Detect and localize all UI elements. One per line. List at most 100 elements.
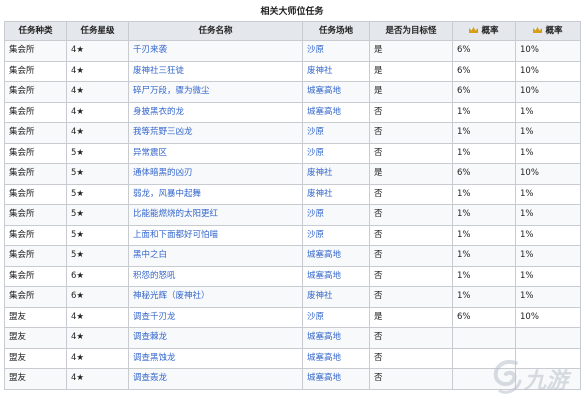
cell-mission-type: 盟友 — [4, 347, 67, 369]
cell-location[interactable]: 城塞高地 — [302, 245, 370, 267]
cell-rate-1: 1% — [452, 183, 516, 205]
cell-rate-1: 1% — [452, 142, 516, 164]
cell-is-target: 否 — [369, 183, 453, 205]
cell-location[interactable]: 城塞高地 — [302, 327, 370, 349]
cell-rate-2: 1% — [515, 286, 581, 308]
table-caption: 相关大师位任务 — [260, 7, 324, 17]
table-row: 集会所 4★ 废神社三狂徒 废神社是 6% 10% — [4, 60, 581, 82]
cell-mission-name[interactable]: 弱龙，风暴中起舞 — [128, 183, 303, 205]
cell-mission-name[interactable]: 异常震区 — [128, 142, 303, 164]
cell-mission-name[interactable]: 比能能燃烧的太阳更红 — [128, 204, 303, 226]
table-row: 集会所 5★ 异常震区 沙原否 1% 1% — [4, 142, 581, 164]
cell-mission-name[interactable]: 身披黑衣的龙 — [128, 101, 303, 123]
cell-star-level: 6★ — [66, 265, 129, 287]
cell-location[interactable]: 废神社 — [302, 286, 370, 308]
cell-mission-name[interactable]: 千刃来袭 — [128, 40, 303, 62]
gold-crown-icon — [533, 26, 543, 33]
table-row: 集会所 5★ 弱龙，风暴中起舞 废神社否 1% 1% — [4, 183, 581, 205]
gold-crown-icon — [469, 26, 479, 33]
header-rate-1[interactable]: 概率 — [452, 21, 516, 41]
cell-star-level: 5★ — [66, 183, 129, 205]
cell-rate-1: 1% — [452, 286, 516, 308]
cell-mission-type: 集会所 — [4, 204, 67, 226]
cell-mission-type: 集会所 — [4, 142, 67, 164]
cell-mission-name[interactable]: 神秘光辉（废神社） — [128, 286, 303, 308]
cell-is-target: 否 — [369, 142, 453, 164]
cell-is-target: 否 — [369, 347, 453, 369]
cell-rate-2 — [515, 327, 581, 349]
cell-mission-name[interactable]: 调查轰龙 — [128, 368, 303, 390]
cell-mission-name[interactable]: 黑中之白 — [128, 245, 303, 267]
cell-star-level: 4★ — [66, 60, 129, 82]
cell-mission-name[interactable]: 积怨的怒吼 — [128, 265, 303, 287]
cell-location[interactable]: 沙原 — [302, 122, 370, 144]
cell-rate-1: 6% — [452, 40, 516, 62]
cell-location[interactable]: 城塞高地 — [302, 101, 370, 123]
cell-mission-name[interactable]: 废神社三狂徒 — [128, 60, 303, 82]
cell-star-level: 4★ — [66, 40, 129, 62]
cell-location[interactable]: 沙原 — [302, 142, 370, 164]
table-row: 集会所 5★ 通体暗黑的凶刃 废神社是 6% 10% — [4, 163, 581, 185]
cell-rate-1: 6% — [452, 163, 516, 185]
cell-mission-type: 集会所 — [4, 122, 67, 144]
cell-location[interactable]: 沙原 — [302, 224, 370, 246]
cell-mission-type: 集会所 — [4, 286, 67, 308]
cell-location[interactable]: 沙原 — [302, 204, 370, 226]
cell-rate-2: 10% — [515, 60, 581, 82]
cell-mission-type: 集会所 — [4, 40, 67, 62]
header-star-level[interactable]: 任务星级 — [66, 21, 129, 41]
cell-mission-name[interactable]: 调查千刃龙 — [128, 306, 303, 328]
cell-rate-1: 6% — [452, 306, 516, 328]
cell-is-target: 否 — [369, 122, 453, 144]
cell-mission-type: 盟友 — [4, 327, 67, 349]
cell-star-level: 5★ — [66, 224, 129, 246]
header-is-target[interactable]: 是否为目标怪 — [369, 21, 453, 41]
header-rate-label: 概率 — [481, 25, 499, 36]
watermark-text: 九游 — [524, 369, 569, 394]
cell-rate-2: 10% — [515, 306, 581, 328]
cell-mission-type: 集会所 — [4, 245, 67, 267]
cell-location[interactable]: 废神社 — [302, 163, 370, 185]
cell-star-level: 4★ — [66, 101, 129, 123]
cell-star-level: 5★ — [66, 245, 129, 267]
cell-is-target: 否 — [369, 204, 453, 226]
cell-location[interactable]: 城塞高地 — [302, 265, 370, 287]
cell-mission-type: 集会所 — [4, 163, 67, 185]
cell-location[interactable]: 城塞高地 — [302, 81, 370, 103]
header-rate-2[interactable]: 概率 — [515, 21, 581, 41]
header-location[interactable]: 任务场地 — [302, 21, 370, 41]
header-rate-label: 概率 — [545, 25, 563, 36]
cell-mission-name[interactable]: 调查黑蚀龙 — [128, 347, 303, 369]
cell-is-target: 否 — [369, 224, 453, 246]
cell-mission-name[interactable]: 上面和下面都好可怕喵 — [128, 224, 303, 246]
cell-location[interactable]: 沙原 — [302, 40, 370, 62]
table-row: 盟友 4★ 调查千刃龙 沙原是 6% 10% — [4, 306, 581, 328]
cell-location[interactable]: 废神社 — [302, 60, 370, 82]
cell-is-target: 是 — [369, 60, 453, 82]
cell-mission-name[interactable]: 碎尸万段，骤为微尘 — [128, 81, 303, 103]
cell-star-level: 5★ — [66, 204, 129, 226]
cell-is-target: 是 — [369, 40, 453, 62]
cell-location[interactable]: 城塞高地 — [302, 347, 370, 369]
cell-mission-name[interactable]: 调查棘龙 — [128, 327, 303, 349]
cell-location[interactable]: 沙原 — [302, 306, 370, 328]
cell-rate-2: 1% — [515, 122, 581, 144]
cell-mission-type: 盟友 — [4, 306, 67, 328]
cell-star-level: 6★ — [66, 286, 129, 308]
header-mission-type[interactable]: 任务种类 — [4, 21, 67, 41]
cell-mission-name[interactable]: 通体暗黑的凶刃 — [128, 163, 303, 185]
cell-is-target: 否 — [369, 245, 453, 267]
cell-location[interactable]: 废神社 — [302, 183, 370, 205]
cell-mission-name[interactable]: 我等荒野三凶龙 — [128, 122, 303, 144]
table-row: 集会所 5★ 比能能燃烧的太阳更红 沙原否 1% 1% — [4, 204, 581, 226]
table-row: 集会所 6★ 神秘光辉（废神社） 废神社否 1% 1% — [4, 286, 581, 308]
cell-is-target: 否 — [369, 286, 453, 308]
cell-rate-2: 1% — [515, 204, 581, 226]
cell-is-target: 否 — [369, 101, 453, 123]
header-mission-name[interactable]: 任务名称 — [128, 21, 303, 41]
cell-rate-2: 1% — [515, 142, 581, 164]
cell-rate-1: 6% — [452, 81, 516, 103]
cell-rate-1: 1% — [452, 224, 516, 246]
cell-location[interactable]: 城塞高地 — [302, 368, 370, 390]
cell-rate-1: 1% — [452, 245, 516, 267]
